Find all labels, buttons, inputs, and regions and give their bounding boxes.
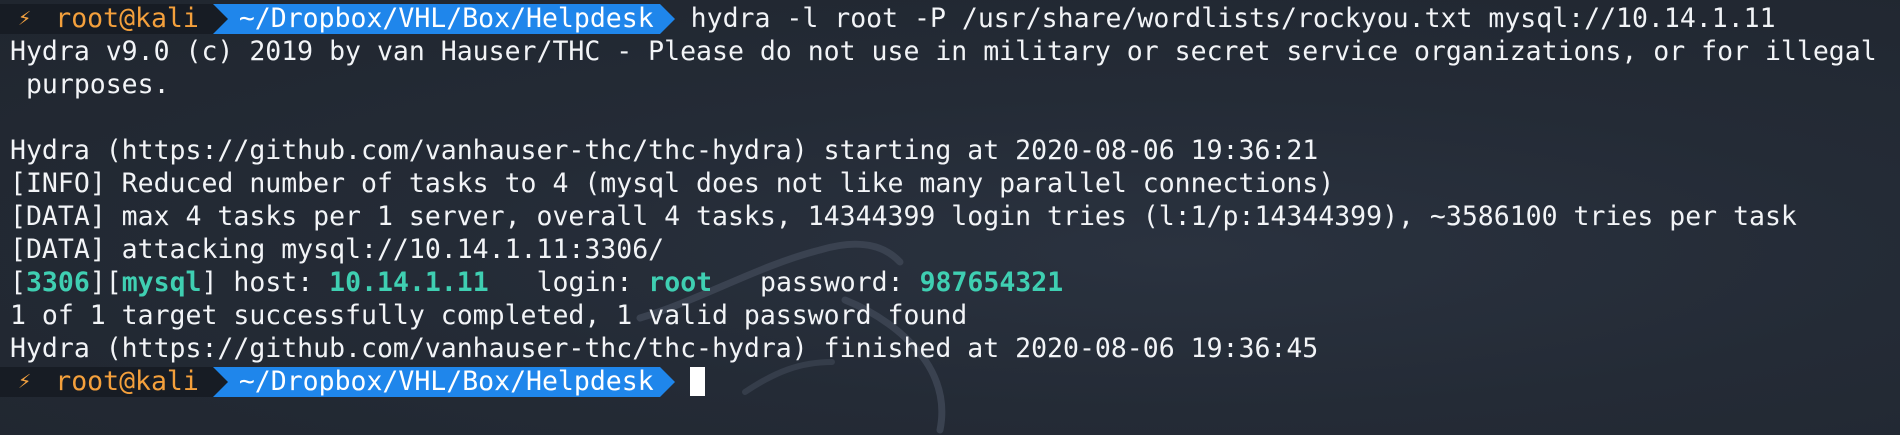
result-port: 3306 bbox=[25, 267, 90, 298]
terminal-output[interactable]: ⚡ root@kali ~/Dropbox/VHL/Box/Helpdesk h… bbox=[0, 2, 1900, 398]
output-line: Hydra (https://github.com/vanhauser-thc/… bbox=[10, 135, 1319, 166]
result-host: 10.14.1.11 bbox=[329, 267, 489, 298]
bracket: ] bbox=[201, 267, 234, 298]
prompt-context: ⚡ root@kali bbox=[0, 3, 213, 34]
output-line: purposes. bbox=[10, 69, 170, 100]
credential-result-line: [3306][mysql] host: 10.14.1.11 login: ro… bbox=[10, 266, 1900, 299]
lightning-icon: ⚡ bbox=[18, 369, 32, 394]
output-line: [INFO] Reduced number of tasks to 4 (mys… bbox=[10, 168, 1335, 199]
prompt-user-host: root@kali bbox=[55, 366, 199, 397]
prompt-context: ⚡ root@kali bbox=[0, 366, 213, 397]
output-line: [DATA] max 4 tasks per 1 server, overall… bbox=[10, 201, 1797, 232]
output-line: Hydra (https://github.com/vanhauser-thc/… bbox=[10, 333, 1319, 364]
output-line: Hydra v9.0 (c) 2019 by van Hauser/THC - … bbox=[10, 36, 1877, 67]
prompt-directory: ~/Dropbox/VHL/Box/Helpdesk bbox=[212, 366, 660, 397]
prompt-directory: ~/Dropbox/VHL/Box/Helpdesk bbox=[212, 3, 660, 34]
prompt-line: ⚡ root@kali ~/Dropbox/VHL/Box/Helpdesk h… bbox=[0, 2, 1900, 35]
result-service: mysql bbox=[121, 267, 202, 298]
prompt-arrow-icon bbox=[659, 366, 675, 397]
text-cursor[interactable] bbox=[689, 367, 705, 396]
password-label: password: bbox=[760, 267, 904, 298]
host-label: host: bbox=[233, 267, 314, 298]
result-login: root bbox=[648, 267, 713, 298]
bracket: [ bbox=[10, 267, 26, 298]
lightning-icon: ⚡ bbox=[18, 6, 32, 31]
terminal-window[interactable]: ⚡ root@kali ~/Dropbox/VHL/Box/Helpdesk h… bbox=[0, 0, 1900, 435]
command-text: hydra -l root -P /usr/share/wordlists/ro… bbox=[690, 3, 1776, 34]
output-line: 1 of 1 target successfully completed, 1 … bbox=[10, 300, 968, 331]
prompt-line-current[interactable]: ⚡ root@kali ~/Dropbox/VHL/Box/Helpdesk bbox=[0, 365, 1900, 398]
prompt-user-host: root@kali bbox=[55, 3, 199, 34]
login-label: login: bbox=[536, 267, 633, 298]
prompt-arrow-icon bbox=[659, 3, 675, 34]
bracket: ][ bbox=[89, 267, 122, 298]
result-password: 987654321 bbox=[919, 267, 1064, 298]
output-line: [DATA] attacking mysql://10.14.1.11:3306… bbox=[10, 234, 665, 265]
